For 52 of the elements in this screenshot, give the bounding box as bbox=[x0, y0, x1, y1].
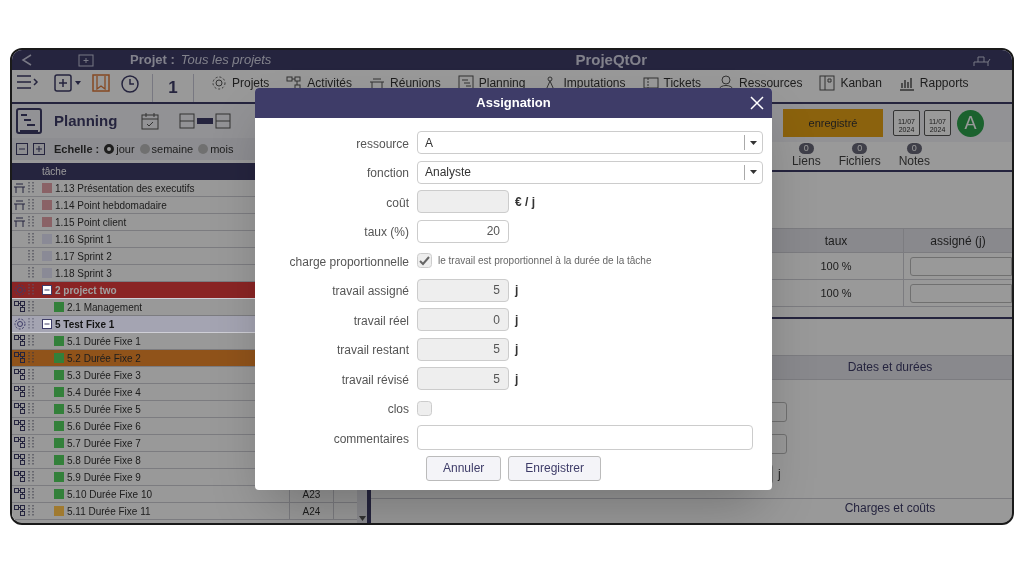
task-name: 1.13 Présentation des executifs bbox=[55, 181, 195, 196]
task-name: 1.16 Sprint 1 bbox=[55, 232, 112, 247]
table-cell-text: 100 % bbox=[820, 258, 852, 274]
task-name: 1.17 Sprint 2 bbox=[55, 249, 112, 264]
task-name: 1.15 Point client bbox=[55, 215, 127, 230]
task-name: 1.14 Point hebdomadaire bbox=[55, 198, 167, 213]
count-badge: 0 bbox=[798, 143, 814, 154]
column-header: assigné (j) bbox=[930, 232, 986, 250]
column-header: tâche bbox=[42, 165, 67, 179]
dialog-title: Assignation bbox=[476, 94, 551, 113]
unit-label: € / j bbox=[515, 193, 535, 211]
task-name: 5.6 Durée Fixe 6 bbox=[67, 419, 141, 434]
app-title: ProjeQtOr bbox=[575, 50, 648, 70]
task-name: 1.18 Sprint 3 bbox=[55, 266, 112, 281]
task-name: 5.1 Durée Fixe 1 bbox=[67, 334, 141, 349]
task-name: 5.9 Durée Fixe 9 bbox=[67, 470, 141, 485]
unit-label: j bbox=[515, 370, 519, 388]
task-name: 5.2 Durée Fixe 2 bbox=[67, 351, 141, 366]
table-cell-text: A24 bbox=[302, 504, 321, 519]
field-label: clos bbox=[387, 402, 409, 417]
task-name: 5.3 Durée Fixe 3 bbox=[67, 368, 141, 383]
table-cell-text: 100 % bbox=[820, 285, 852, 301]
status-badge: enregistré bbox=[783, 109, 883, 137]
task-name: 5.10 Durée Fixe 10 bbox=[67, 487, 153, 502]
section-header: Dates et durées bbox=[846, 359, 934, 376]
task-name: 2.1 Management bbox=[67, 300, 143, 315]
unit-label: j bbox=[515, 282, 519, 300]
task-name: 5.8 Durée Fixe 8 bbox=[67, 453, 141, 468]
section-header: Charges et coûts bbox=[843, 500, 937, 517]
panel-title: Planning bbox=[54, 110, 118, 131]
task-name: 5.4 Durée Fixe 4 bbox=[67, 385, 141, 400]
field-label: coût bbox=[386, 195, 409, 210]
checkbox-note: le travail est proportionnel à la durée de la tâche bbox=[438, 254, 652, 269]
unit-label: j bbox=[515, 311, 519, 329]
count-badge: 0 bbox=[852, 143, 868, 154]
task-name: 5 Test Fixe 1 bbox=[55, 317, 115, 332]
project-label: Projet : bbox=[130, 51, 175, 70]
user-avatar: A bbox=[957, 109, 984, 137]
field-label: taux (%) bbox=[364, 225, 409, 240]
task-name: 5.7 Durée Fixe 7 bbox=[67, 436, 141, 451]
column-header: taux bbox=[824, 232, 848, 250]
task-name: 5.11 Durée Fixe 11 bbox=[67, 504, 151, 519]
table-cell-text: A23 bbox=[302, 487, 321, 502]
task-name: 2 project two bbox=[55, 283, 117, 298]
field-label: ressource bbox=[356, 136, 409, 151]
field-label: fonction bbox=[366, 166, 409, 181]
scale-label: Echelle : bbox=[54, 141, 100, 157]
unit-label: j bbox=[778, 466, 781, 483]
unit-label: j bbox=[515, 341, 519, 359]
task-name: 5.5 Durée Fixe 5 bbox=[67, 402, 141, 417]
count-badge: 0 bbox=[906, 143, 922, 154]
item-counter: 1 bbox=[168, 77, 178, 100]
